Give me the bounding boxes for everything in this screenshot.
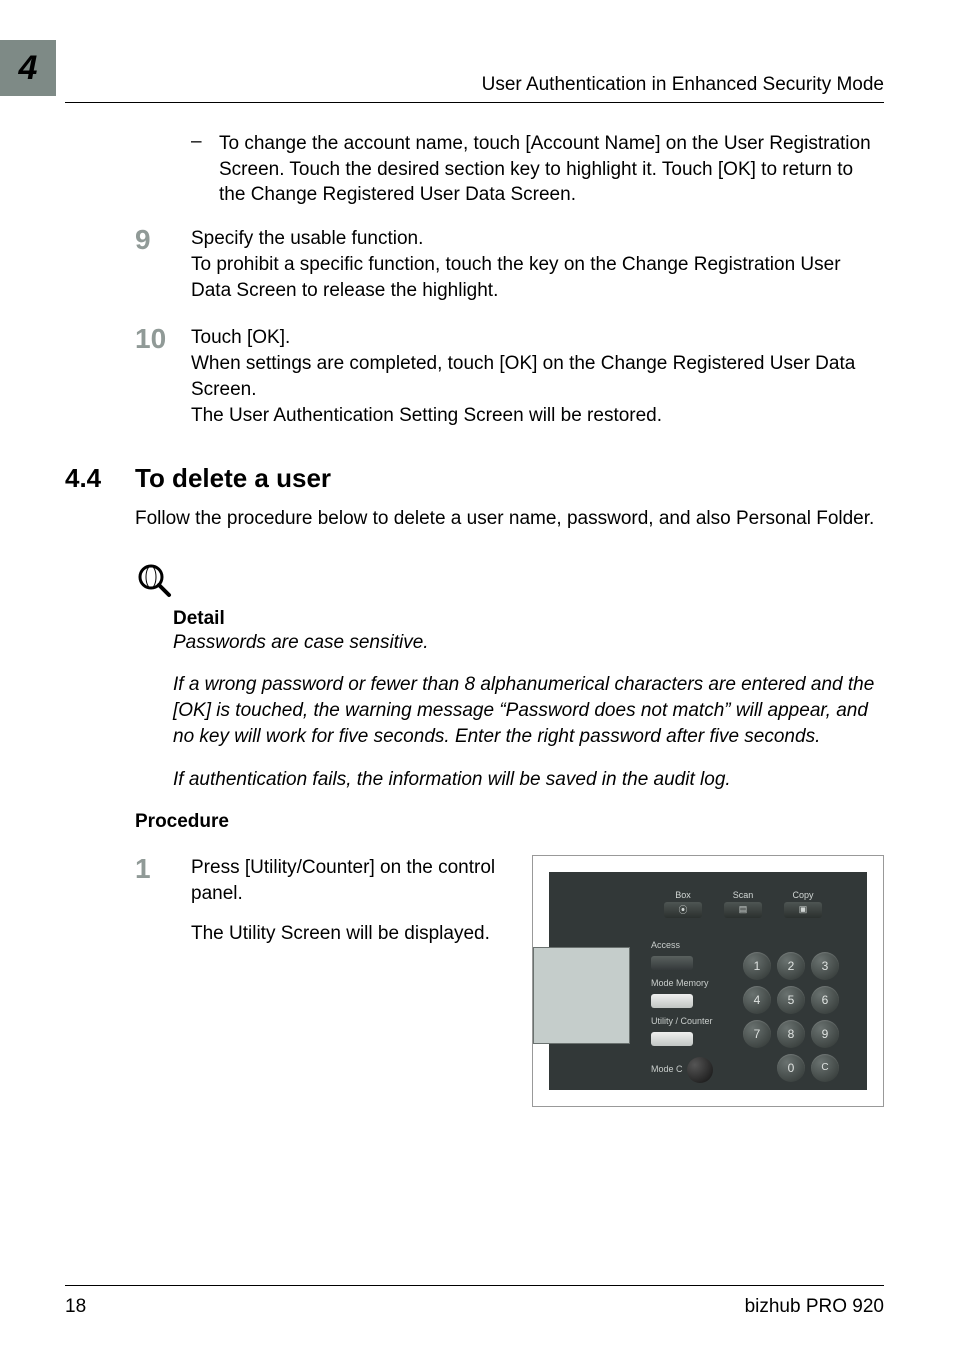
detail-label: Detail: [173, 608, 884, 630]
step10-line1: Touch [OK].: [191, 325, 884, 351]
page-number: 18: [65, 1296, 86, 1318]
detail-para2: If a wrong password or fewer than 8 alph…: [173, 672, 884, 751]
procedure-p2: The Utility Screen will be displayed.: [191, 921, 508, 947]
step-number-9: 9: [135, 226, 191, 254]
step-number-10: 10: [135, 325, 191, 353]
step10-line3: The User Authentication Setting Screen w…: [191, 403, 884, 429]
step9-line2: To prohibit a specific function, touch t…: [191, 252, 884, 304]
chapter-badge: 4: [0, 40, 56, 96]
bullet-dash: –: [191, 131, 219, 208]
step10-line2: When settings are completed, touch [OK] …: [191, 351, 884, 403]
panel-modememory-label: Mode Memory: [651, 978, 713, 988]
panel-utility-label: Utility / Counter: [651, 1016, 713, 1026]
keypad-7: 7: [743, 1020, 771, 1048]
panel-scan-button: Scan ▤: [724, 890, 762, 918]
panel-copy-label: Copy: [792, 890, 813, 900]
control-panel-figure: Box ⦿ Scan ▤ Copy ▣ Access: [532, 855, 884, 1107]
panel-box-button: Box ⦿: [664, 890, 702, 918]
keypad-9: 9: [811, 1020, 839, 1048]
scan-icon: ▤: [739, 904, 748, 915]
detail-para1: Passwords are case sensitive.: [173, 630, 884, 656]
panel-box-label: Box: [675, 890, 691, 900]
panel-keypad: 1 2 3 4 5 6 7 8 9 0 C: [743, 952, 839, 1082]
keypad-4: 4: [743, 986, 771, 1014]
detail-para3: If authentication fails, the information…: [173, 767, 884, 793]
folder-icon: ⦿: [678, 903, 687, 916]
panel-screen: [533, 947, 630, 1044]
procedure-step-number: 1: [135, 855, 191, 883]
keypad-2: 2: [777, 952, 805, 980]
bullet-text: To change the account name, touch [Accou…: [219, 131, 884, 208]
procedure-heading: Procedure: [135, 811, 884, 833]
keypad-5: 5: [777, 986, 805, 1014]
procedure-p1: Press [Utility/Counter] on the control p…: [191, 855, 508, 907]
panel-modememory-key: [651, 994, 693, 1008]
section-intro: Follow the procedure below to delete a u…: [135, 506, 884, 532]
panel-utility-key: [651, 1032, 693, 1046]
panel-modecheck-label: Mode C: [651, 1064, 683, 1074]
panel-access-label: Access: [651, 940, 713, 950]
keypad-clear: C: [811, 1054, 839, 1082]
panel-scan-label: Scan: [733, 890, 754, 900]
keypad-8: 8: [777, 1020, 805, 1048]
panel-copy-button: Copy ▣: [784, 890, 822, 918]
running-header: User Authentication in Enhanced Security…: [76, 74, 884, 96]
magnifier-icon: [135, 561, 175, 601]
step9-line1: Specify the usable function.: [191, 226, 884, 252]
keypad-0: 0: [777, 1054, 805, 1082]
mode-dial-icon: [687, 1057, 713, 1083]
keypad-1: 1: [743, 952, 771, 980]
section-number: 4.4: [65, 463, 135, 494]
keypad-6: 6: [811, 986, 839, 1014]
copy-icon: ▣: [799, 904, 808, 915]
product-name: bizhub PRO 920: [745, 1296, 884, 1318]
keypad-3: 3: [811, 952, 839, 980]
section-title: To delete a user: [135, 463, 331, 494]
panel-access-key: [651, 956, 693, 970]
